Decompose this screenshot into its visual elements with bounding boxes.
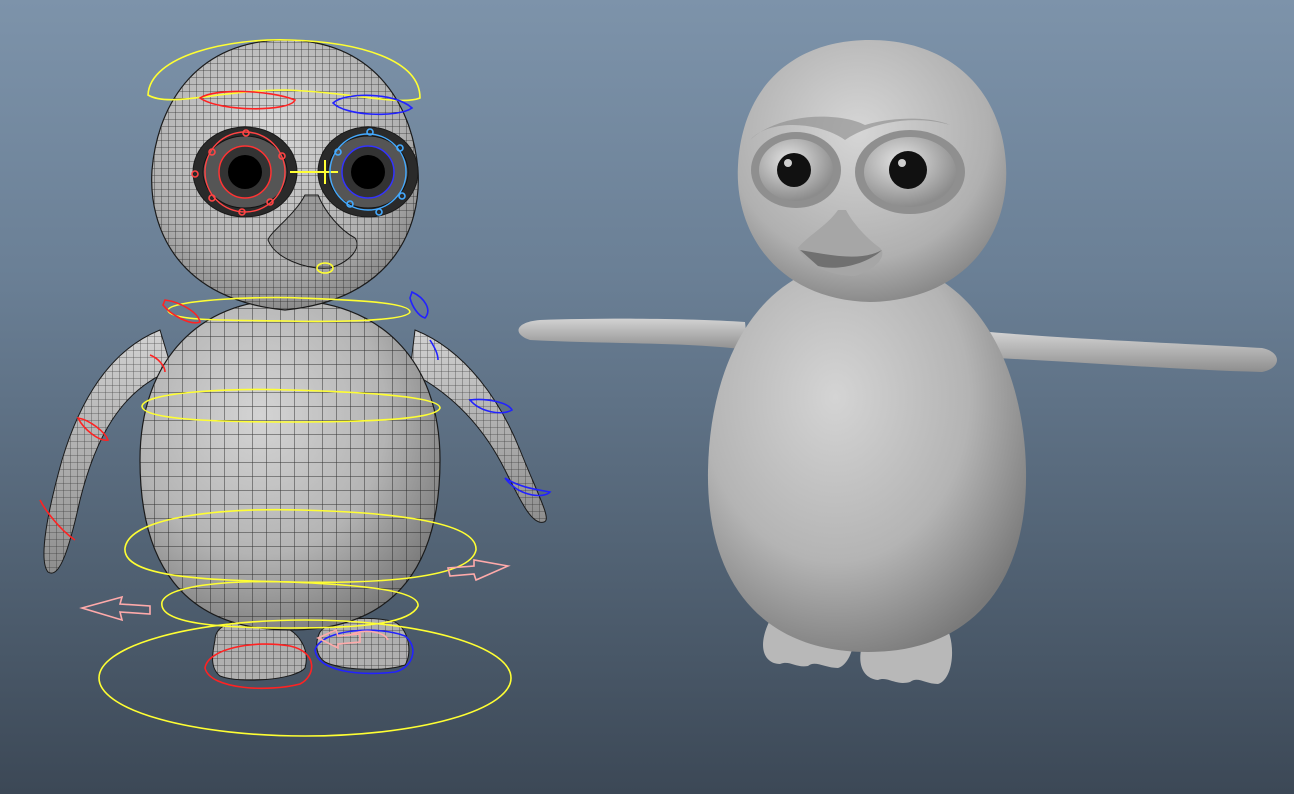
eye-right-smooth[interactable] [855,130,965,214]
eye-left-smooth[interactable] [751,132,841,208]
arrow-left-icon[interactable] [79,595,151,622]
body-smooth[interactable] [707,259,1027,652]
arm-right-smooth[interactable] [990,332,1277,372]
scene[interactable] [0,0,1294,794]
arrow-right-icon[interactable] [446,559,511,582]
root-control[interactable] [98,619,512,737]
viewport-3d[interactable] [0,0,1294,794]
eye-left[interactable] [192,126,298,218]
arm-left-smooth[interactable] [518,318,748,350]
shoulder-right-control[interactable] [409,290,429,319]
body-mesh[interactable] [130,290,450,640]
rigged-penguin-model[interactable] [39,35,552,737]
smooth-penguin-model[interactable] [518,40,1277,684]
